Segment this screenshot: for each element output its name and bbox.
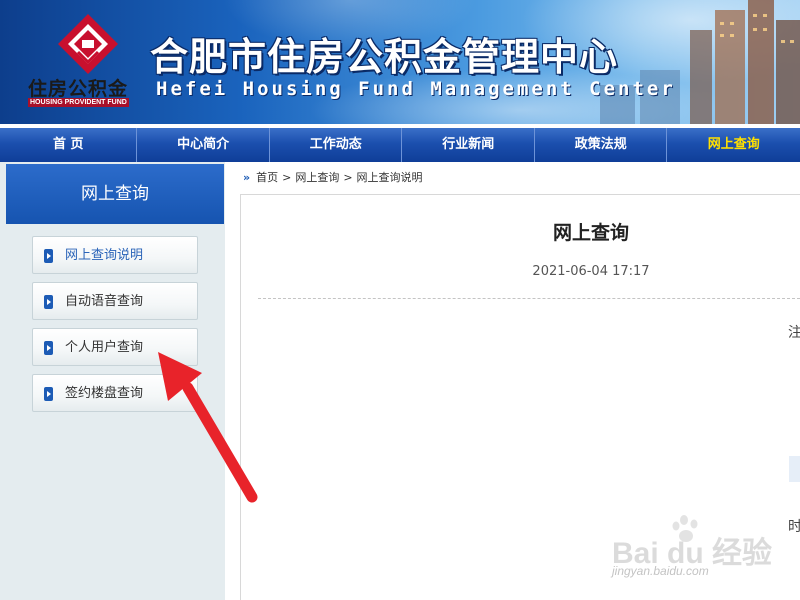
arrow-bullet-icon xyxy=(44,341,53,355)
sidebar-item-label: 自动语音查询 xyxy=(65,294,144,309)
main-nav: 首 页 中心简介 工作动态 行业新闻 政策法规 网上查询 xyxy=(0,124,800,162)
logo-subtext: HOUSING PROVIDENT FUND xyxy=(28,98,129,107)
watermark-url: jingyan.baidu.com xyxy=(612,564,709,578)
breadcrumb-separator: > xyxy=(282,171,292,184)
article-title: 网上查询 xyxy=(552,222,629,244)
nav-item-news[interactable]: 工作动态 xyxy=(270,128,403,162)
arrow-bullet-icon xyxy=(44,249,53,263)
article-highlight-fragment xyxy=(789,456,800,482)
sidebar-item-label: 个人用户查询 xyxy=(65,340,144,355)
nav-item-home[interactable]: 首 页 xyxy=(0,128,138,162)
double-chevron-icon: » xyxy=(243,171,251,184)
article-text-fragment: 时 xyxy=(788,519,800,535)
logo-icon xyxy=(58,14,118,74)
arrow-bullet-icon xyxy=(44,387,53,401)
site-title: 合肥市住房公积金管理中心 xyxy=(150,35,619,79)
header-banner: 住房公积金 HOUSING PROVIDENT FUND 合肥市住房公积金管理中… xyxy=(0,0,800,124)
article-divider xyxy=(258,298,800,299)
site-title-en: Hefei Housing Fund Management Center xyxy=(156,78,676,100)
nav-item-policy[interactable]: 政策法规 xyxy=(535,128,668,162)
breadcrumb-separator: > xyxy=(343,171,353,184)
nav-item-about[interactable]: 中心简介 xyxy=(137,128,270,162)
arrow-bullet-icon xyxy=(44,295,53,309)
sidebar-item-label: 网上查询说明 xyxy=(65,248,144,263)
sidebar-title: 网上查询 xyxy=(6,164,224,224)
breadcrumb-home[interactable]: 首页 xyxy=(256,171,278,184)
article-date: 2021-06-04 17:17 xyxy=(532,264,650,279)
sidebar-item-voice-query[interactable]: 自动语音查询 xyxy=(32,282,198,320)
sidebar-item-query-instructions[interactable]: 网上查询说明 xyxy=(32,236,198,274)
logo-text: 住房公积金 xyxy=(28,78,129,100)
sidebar-item-personal-query[interactable]: 个人用户查询 xyxy=(32,328,198,366)
nav-item-industry-news[interactable]: 行业新闻 xyxy=(402,128,535,162)
sidebar-item-property-query[interactable]: 签约楼盘查询 xyxy=(32,374,198,412)
breadcrumb-online-query[interactable]: 网上查询 xyxy=(295,171,339,184)
nav-item-online-query[interactable]: 网上查询 xyxy=(667,128,800,162)
article-text-fragment: 注 xyxy=(788,325,800,341)
sidebar-item-label: 签约楼盘查询 xyxy=(65,386,144,401)
breadcrumb: » 首页 > 网上查询 > 网上查询说明 xyxy=(243,168,423,188)
breadcrumb-current[interactable]: 网上查询说明 xyxy=(357,171,423,184)
